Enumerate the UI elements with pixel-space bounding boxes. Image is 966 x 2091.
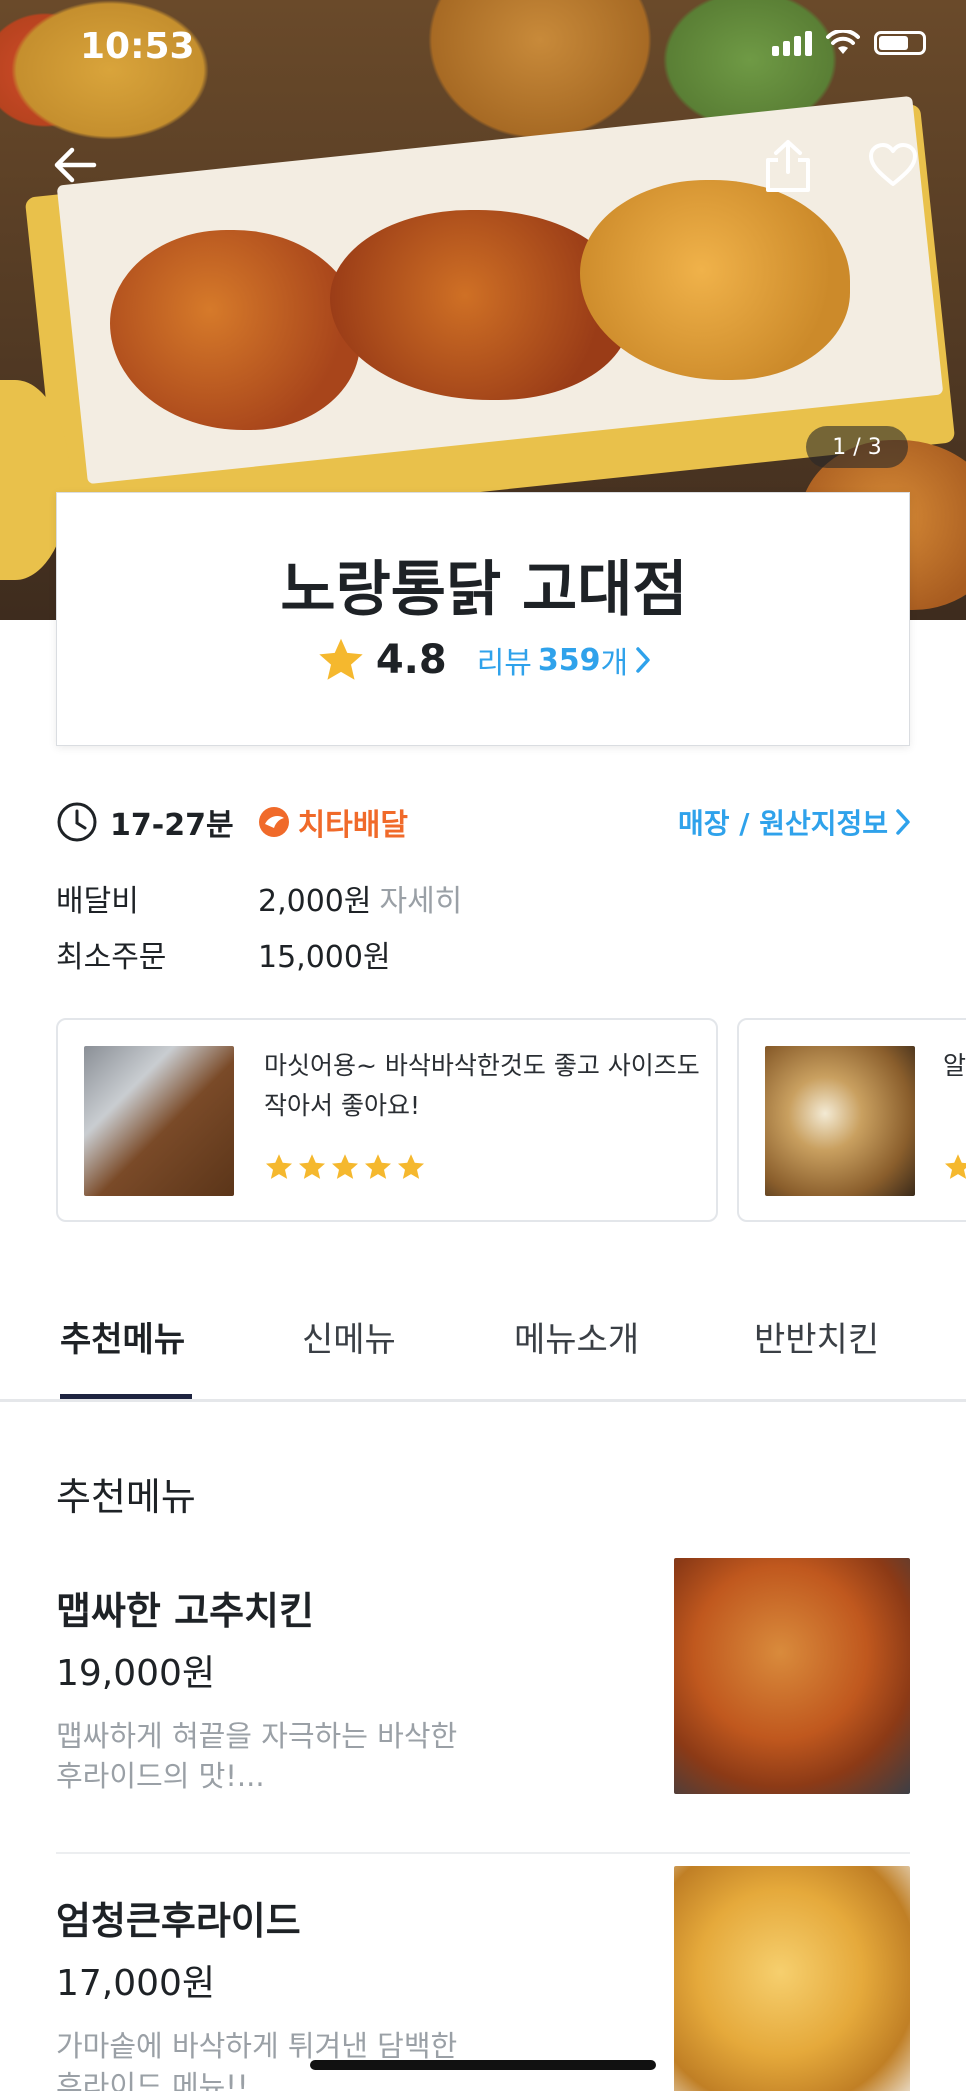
rating-value: 4.8 [375, 637, 447, 683]
star-icon [365, 1154, 391, 1179]
star-icon [319, 638, 363, 680]
menu-item[interactable]: 맵싸한 고추치킨 19,000원 맵싸하게 혀끝을 자극하는 바삭한 후라이드의… [56, 1558, 910, 1840]
section-title: 추천메뉴 [56, 1475, 196, 1519]
delivery-fee-row: 배달비 2,000원 자세히 [56, 876, 462, 920]
delivery-info-row: 17-27분 치타배달 매장 / 원산지정보 [56, 798, 912, 846]
menu-item-name: 엄청큰후라이드 [56, 1899, 301, 1943]
store-info-label: 매장 / 원산지정보 [677, 807, 888, 840]
review-text: 마싯어용~ 바삭바삭한것도 좋고 사이즈도 작아서 좋아요! [264, 1051, 700, 1120]
photo-counter: 1 / 3 [806, 426, 908, 468]
share-icon[interactable] [762, 138, 814, 194]
star-icon [299, 1154, 325, 1179]
tab-new-menu[interactable]: 신메뉴 [302, 1312, 396, 1361]
chevron-right-icon [636, 647, 650, 673]
status-time: 10:53 [80, 26, 195, 67]
star-icon [398, 1154, 424, 1179]
menu-divider [56, 1852, 910, 1854]
min-order-label: 최소주문 [56, 940, 167, 975]
menu-item-description-line: 후라이드의 맛!... [56, 1759, 265, 1793]
active-tab-indicator [60, 1394, 192, 1399]
home-indicator[interactable] [310, 2060, 656, 2070]
delivery-fee-label: 배달비 [56, 884, 139, 919]
clock-icon [57, 802, 97, 842]
cheetah-icon [258, 807, 289, 837]
star-icon [332, 1154, 358, 1179]
tab-half-half[interactable]: 반반치킨 [754, 1312, 879, 1361]
menu-item-photo [674, 1558, 910, 1794]
menu-item-name: 맵싸한 고추치킨 [56, 1589, 314, 1633]
review-card[interactable]: 마싯어용~ 바삭바삭한것도 좋고 사이즈도 작아서 좋아요! [56, 1018, 718, 1222]
review-photo [84, 1046, 234, 1196]
review-photo [765, 1046, 915, 1196]
heart-icon[interactable] [868, 142, 918, 188]
status-icons [772, 30, 926, 56]
signal-icon [772, 30, 812, 56]
rating-row: 4.8 리뷰 359 개 [57, 635, 911, 685]
review-stars [943, 1152, 966, 1182]
review-count: 359 [537, 642, 601, 678]
menu-item-description: 가마솥에 바삭하게 튀겨낸 담백한 후라이드 메뉴!! [56, 2026, 496, 2091]
delivery-time: 17-27분 [110, 808, 234, 843]
back-arrow-icon[interactable] [50, 140, 100, 190]
review-link[interactable]: 리뷰 359 개 [477, 638, 652, 682]
store-name: 노랑통닭 고대점 [280, 555, 688, 625]
review-card[interactable]: 알 [737, 1018, 966, 1222]
delivery-fee-detail-link[interactable]: 자세히 [379, 876, 462, 920]
star-icon [945, 1154, 966, 1179]
cheetah-delivery-badge: 치타배달 [297, 808, 408, 843]
menu-item-description-line: 맵싸하게 혀끝을 자극하는 바삭한 [56, 1719, 458, 1753]
battery-icon [874, 31, 926, 55]
tab-menu-intro[interactable]: 메뉴소개 [514, 1312, 639, 1361]
store-card: 노랑통닭 고대점 4.8 리뷰 359 개 [56, 492, 910, 746]
delivery-fee-value: 2,000원 [258, 884, 372, 919]
tab-recommended[interactable]: 추천메뉴 [60, 1312, 185, 1361]
review-stars [264, 1152, 426, 1182]
review-text: 알 [943, 1051, 966, 1080]
review-prefix: 리뷰 [476, 646, 532, 681]
chevron-right-icon [896, 809, 910, 835]
review-suffix: 개 [600, 646, 629, 681]
wifi-icon [826, 30, 860, 54]
menu-item-price: 17,000원 [56, 1963, 216, 2004]
menu-item-description: 맵싸하게 혀끝을 자극하는 바삭한 후라이드의 맛!... [56, 1716, 496, 1796]
star-icon [266, 1154, 292, 1179]
menu-item-photo [674, 1866, 910, 2091]
min-order-value: 15,000원 [258, 940, 391, 975]
min-order-row: 최소주문 15,000원 [56, 932, 391, 976]
menu-item-price: 19,000원 [56, 1653, 216, 1694]
menu-tabs: 추천메뉴 신메뉴 메뉴소개 반반치킨 [0, 1302, 966, 1402]
store-info-link[interactable]: 매장 / 원산지정보 [678, 802, 912, 842]
